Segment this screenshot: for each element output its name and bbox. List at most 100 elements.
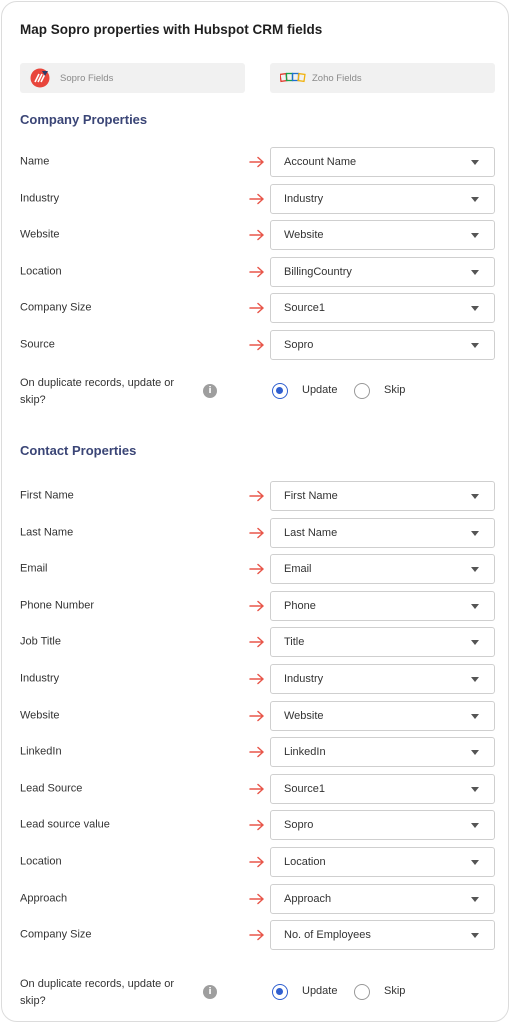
field-select[interactable]: Website [270, 700, 495, 731]
chevron-down-icon [471, 196, 479, 202]
arrow-right-icon [249, 893, 264, 904]
arrow-right-icon [249, 266, 264, 278]
field-select-value: Approach [284, 892, 332, 905]
mapping-row: Location BillingCountry [2, 256, 510, 287]
arrow-right-icon [249, 929, 264, 941]
company-properties-heading: Company Properties [20, 112, 148, 127]
field-select-value: Last Name [284, 526, 338, 539]
field-select-value: Sopro [284, 339, 314, 351]
mapping-row: Company Size Source1 [2, 293, 510, 324]
chevron-down-icon [471, 896, 479, 902]
field-select[interactable]: No. of Employees [270, 920, 495, 951]
mapping-row: First Name First Name [2, 481, 510, 511]
page-title: Map Sopro properties with Hubspot CRM fi… [20, 22, 323, 37]
field-select[interactable]: Industry [270, 183, 495, 214]
field-label: Phone Number [20, 599, 94, 612]
contact-skip-label: Skip [384, 985, 406, 997]
field-select[interactable]: Sopro [270, 330, 495, 360]
field-label: Lead Source [20, 782, 83, 795]
contact-duplicate-label: On duplicate records, update or skip? [20, 978, 175, 1007]
field-select-value: Title [284, 636, 305, 649]
field-select[interactable]: First Name [270, 481, 495, 511]
field-select[interactable]: Last Name [270, 517, 495, 548]
arrow-right-icon [249, 193, 264, 204]
field-select[interactable]: Approach [270, 883, 495, 914]
company-update-radio[interactable] [272, 383, 288, 399]
field-label: Job Title [20, 635, 61, 648]
mapping-row: Company Size No. of Employees [2, 920, 510, 951]
field-select[interactable]: Email [270, 554, 495, 585]
mapping-row: Industry Industry [2, 664, 510, 694]
field-select-value: Website [284, 229, 324, 242]
mapping-row: Lead source value Sopro [2, 810, 510, 841]
field-select-value: Sopro [284, 819, 314, 832]
arrow-right-icon [249, 229, 264, 241]
field-select-value: First Name [284, 490, 338, 502]
arrow-right-icon [249, 783, 264, 795]
chevron-down-icon [471, 343, 479, 348]
mapping-row: Source Sopro [2, 330, 510, 360]
field-select-value: Account Name [284, 156, 357, 168]
field-label: Lead source value [20, 818, 110, 831]
mapping-row: Phone Number Phone [2, 590, 510, 621]
field-select[interactable]: Source1 [270, 773, 495, 804]
sopro-logo-icon [30, 68, 50, 88]
field-select-value: Phone [284, 599, 316, 612]
field-label: Source [20, 338, 55, 351]
mapping-row: LinkedIn LinkedIn [2, 737, 510, 768]
chevron-down-icon [471, 677, 479, 682]
mapping-row: Name Account Name [2, 147, 510, 177]
field-select-value: Source1 [284, 302, 325, 315]
contact-update-radio[interactable] [272, 984, 288, 1000]
mapping-row: Lead Source Source1 [2, 773, 510, 804]
field-label: Last Name [20, 525, 74, 538]
field-select[interactable]: Location [270, 847, 495, 877]
field-select[interactable]: Website [270, 220, 495, 251]
field-label: Website [20, 708, 60, 721]
field-select-value: BillingCountry [284, 265, 352, 278]
arrow-right-icon [249, 673, 264, 685]
company-skip-radio[interactable] [354, 383, 370, 399]
field-label: Location [20, 265, 62, 278]
info-icon[interactable]: i [203, 384, 217, 398]
contact-update-label: Update [302, 985, 338, 997]
company-skip-label: Skip [384, 384, 406, 396]
chevron-down-icon [471, 713, 479, 719]
arrow-right-icon [249, 303, 264, 314]
arrow-right-icon [249, 600, 264, 612]
field-label: First Name [20, 489, 74, 502]
field-select[interactable]: LinkedIn [270, 737, 495, 768]
field-select[interactable]: Title [270, 627, 495, 658]
field-select[interactable]: BillingCountry [270, 256, 495, 287]
mapping-row: Industry Industry [2, 183, 510, 214]
field-select[interactable]: Source1 [270, 293, 495, 324]
sopro-fields-label: Sopro Fields [60, 72, 114, 84]
field-select-value: Email [284, 563, 312, 576]
mapping-row: Website Website [2, 700, 510, 731]
arrow-right-icon [249, 710, 264, 721]
contact-skip-radio[interactable] [354, 984, 370, 1000]
field-select[interactable]: Industry [270, 664, 495, 694]
mapping-row: Website Website [2, 220, 510, 251]
chevron-down-icon [471, 160, 479, 165]
field-label: LinkedIn [20, 745, 62, 758]
arrow-right-icon [249, 820, 264, 831]
info-icon[interactable]: i [203, 985, 217, 999]
mapping-row: Approach Approach [2, 883, 510, 914]
chevron-down-icon [471, 494, 479, 499]
field-select[interactable]: Sopro [270, 810, 495, 841]
arrow-right-icon [249, 637, 264, 648]
field-select[interactable]: Phone [270, 590, 495, 621]
field-label: Website [20, 228, 60, 241]
field-select-value: Industry [284, 192, 324, 205]
field-select-value: Industry [284, 673, 324, 685]
field-select[interactable]: Account Name [270, 147, 495, 177]
field-label: Company Size [20, 301, 92, 314]
company-duplicate-label: On duplicate records, update or skip? [20, 377, 175, 406]
field-label: Name [20, 155, 50, 168]
arrow-right-icon [249, 563, 264, 575]
field-label: Approach [20, 891, 68, 904]
arrow-right-icon [249, 527, 264, 538]
field-label: Industry [20, 672, 60, 685]
company-update-label: Update [302, 384, 338, 396]
